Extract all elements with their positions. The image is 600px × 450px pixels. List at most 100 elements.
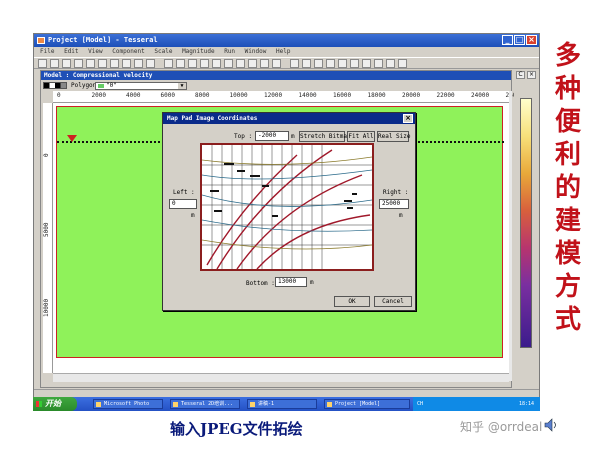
ruler-x-tick: 10000 xyxy=(229,92,248,99)
toolbar-button[interactable] xyxy=(62,59,71,68)
toolbar-button[interactable] xyxy=(374,59,383,68)
polygon-color-chip xyxy=(98,84,104,88)
toolbar-button[interactable] xyxy=(314,59,323,68)
toolbar-button[interactable] xyxy=(386,59,395,68)
velocity-colorbar xyxy=(520,98,532,348)
minimize-button[interactable]: _ xyxy=(502,35,513,45)
toolbar-button[interactable] xyxy=(176,59,185,68)
fit-all-button[interactable]: Fit All xyxy=(347,131,375,142)
task-slides[interactable]: 讲稿-1 xyxy=(247,399,317,409)
map-pad-dialog: Map Pad Image Coordinates × Top : -2000 … xyxy=(162,112,416,311)
toolbar-button[interactable] xyxy=(260,59,269,68)
ruler-x-tick: 6000 xyxy=(160,92,175,99)
toolbar-button[interactable] xyxy=(98,59,107,68)
menu-window[interactable]: Window xyxy=(245,48,267,55)
toolbar-button[interactable] xyxy=(326,59,335,68)
cancel-button[interactable]: Cancel xyxy=(374,296,412,307)
geology-sketch-image xyxy=(202,145,372,269)
toolbar xyxy=(34,57,539,69)
bitmap-preview[interactable] xyxy=(200,143,374,271)
toolbar-button[interactable] xyxy=(338,59,347,68)
toolbar-button[interactable] xyxy=(110,59,119,68)
toolbar-button[interactable] xyxy=(164,59,173,68)
side-caption-char: 的 xyxy=(554,173,581,203)
left-unit: m xyxy=(191,212,195,219)
right-label: Right : xyxy=(383,189,409,196)
menu-magnitude[interactable]: Magnitude xyxy=(182,48,215,55)
dialog-close-button[interactable]: × xyxy=(403,114,413,123)
menubar: File Edit View Component Scale Magnitude… xyxy=(34,47,539,57)
ruler-x-tick: 16000 xyxy=(333,92,352,99)
source-marker-icon[interactable] xyxy=(67,135,77,142)
menu-scale[interactable]: Scale xyxy=(154,48,172,55)
top-input[interactable]: -2000 xyxy=(255,131,289,141)
speaker-icon[interactable] xyxy=(544,418,558,432)
toolbar-button[interactable] xyxy=(212,59,221,68)
ok-button[interactable]: OK xyxy=(334,296,370,307)
side-close-button[interactable]: × xyxy=(527,71,536,79)
document-toolbar: Polygons "0" ▼ xyxy=(41,80,511,91)
menu-view[interactable]: View xyxy=(88,48,102,55)
vertical-scrollbar[interactable] xyxy=(509,91,512,381)
tray-language[interactable]: CH xyxy=(417,401,423,407)
left-input[interactable]: 0 xyxy=(169,199,197,209)
menu-edit[interactable]: Edit xyxy=(64,48,78,55)
horizontal-scrollbar[interactable] xyxy=(53,373,509,382)
toolbar-button[interactable] xyxy=(236,59,245,68)
side-caption-char: 便 xyxy=(554,107,581,137)
toolbar-button[interactable] xyxy=(188,59,197,68)
bottom-input[interactable]: 13000 xyxy=(275,277,307,287)
ruler-x-tick: 8000 xyxy=(195,92,210,99)
toolbar-button[interactable] xyxy=(290,59,299,68)
toolbar-button[interactable] xyxy=(224,59,233,68)
menu-run[interactable]: Run xyxy=(224,48,235,55)
menu-file[interactable]: File xyxy=(40,48,54,55)
side-caption-char: 多 xyxy=(554,41,581,71)
stretch-bitmap-button[interactable]: Stretch Bitmap xyxy=(299,131,351,142)
toolbar-button[interactable] xyxy=(38,59,47,68)
app-titlebar[interactable]: Project [Model] - Tesseral _ □ × xyxy=(34,34,539,47)
toolbar-button[interactable] xyxy=(134,59,143,68)
line-style-swatch[interactable] xyxy=(43,82,67,89)
ruler-x-tick: 22000 xyxy=(436,92,455,99)
polygon-select[interactable]: "0" ▼ xyxy=(95,82,187,90)
side-caption-char: 模 xyxy=(554,239,581,269)
toolbar-button[interactable] xyxy=(200,59,209,68)
ruler-x-tick: 14000 xyxy=(298,92,317,99)
start-button[interactable]: 开始 xyxy=(33,397,77,411)
task-microsoft-photo[interactable]: Microsoft Photo xyxy=(93,399,163,409)
system-tray: CH 18:14 xyxy=(413,397,540,411)
toolbar-button[interactable] xyxy=(50,59,59,68)
toolbar-button[interactable] xyxy=(122,59,131,68)
toolbar-button[interactable] xyxy=(248,59,257,68)
maximize-button[interactable]: □ xyxy=(514,35,525,45)
toolbar-button[interactable] xyxy=(362,59,371,68)
dialog-titlebar[interactable]: Map Pad Image Coordinates × xyxy=(163,113,415,124)
tray-clock[interactable]: 18:14 xyxy=(519,397,534,411)
bottom-caption: 输入JPEG文件拓绘 xyxy=(170,420,303,438)
ruler-x-tick: 12000 xyxy=(264,92,283,99)
right-input[interactable]: 25000 xyxy=(379,199,409,209)
toolbar-button[interactable] xyxy=(272,59,281,68)
bottom-unit: m xyxy=(310,279,314,286)
toolbar-button[interactable] xyxy=(398,59,407,68)
chevron-down-icon[interactable]: ▼ xyxy=(178,83,186,89)
task-tesseral-training[interactable]: Tesseral 2D培训... xyxy=(170,399,240,409)
left-label: Left : xyxy=(173,189,195,196)
app-title: Project [Model] - Tesseral xyxy=(48,36,158,44)
real-size-button[interactable]: Real Size xyxy=(377,131,411,142)
close-button[interactable]: × xyxy=(526,35,537,45)
toolbar-button[interactable] xyxy=(350,59,359,68)
side-panel: C × xyxy=(514,70,538,388)
toolbar-button[interactable] xyxy=(86,59,95,68)
document-title[interactable]: Model : Compressional velocity xyxy=(41,71,511,80)
menu-help[interactable]: Help xyxy=(276,48,290,55)
ruler-x-tick: 24000 xyxy=(471,92,490,99)
menu-component[interactable]: Component xyxy=(112,48,145,55)
toolbar-button[interactable] xyxy=(146,59,155,68)
side-button-c[interactable]: C xyxy=(516,71,525,79)
side-caption-char: 建 xyxy=(554,206,581,236)
toolbar-button[interactable] xyxy=(302,59,311,68)
task-project-model[interactable]: Project [Model] xyxy=(324,399,410,409)
toolbar-button[interactable] xyxy=(74,59,83,68)
